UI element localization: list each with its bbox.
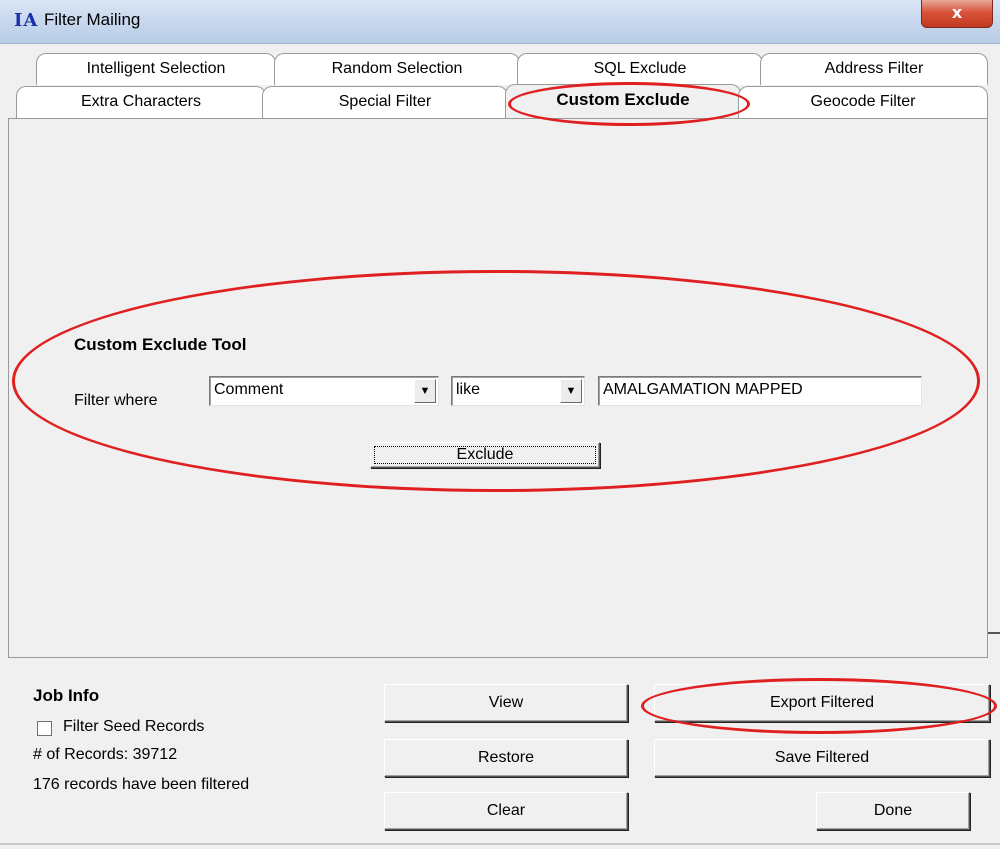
operator-dropdown-value: like [456,381,481,398]
view-button-label: View [488,694,524,711]
chevron-down-icon[interactable]: ▼ [560,379,582,403]
job-info-title: Job Info [33,686,100,705]
close-button[interactable]: x [921,0,993,28]
save-filtered-button-label: Save Filtered [774,749,870,766]
view-button[interactable]: View [384,684,628,722]
custom-exclude-tool-title: Custom Exclude Tool [74,335,247,354]
filter-where-label: Filter where [74,392,158,409]
window-bottom-edge [0,843,1000,845]
restore-button[interactable]: Restore [384,739,628,777]
filter-seed-records-checkbox[interactable] [37,721,52,736]
close-icon: x [951,3,963,22]
tab-special-filter[interactable]: Special Filter [262,86,508,118]
tab-address-filter[interactable]: Address Filter [760,53,988,85]
tab-random-selection[interactable]: Random Selection [274,53,520,85]
clear-button-label: Clear [486,802,526,819]
tab-geocode-filter[interactable]: Geocode Filter [738,86,988,118]
done-button-label: Done [873,802,913,819]
exclude-button[interactable]: Exclude [370,442,600,468]
save-filtered-button[interactable]: Save Filtered [654,739,990,777]
export-filtered-button[interactable]: Export Filtered [654,684,990,722]
window-title: Filter Mailing [44,10,141,29]
tab-extra-characters[interactable]: Extra Characters [16,86,266,118]
tab-custom-exclude[interactable]: Custom Exclude [505,84,741,118]
filter-seed-records-label: Filter Seed Records [63,718,205,735]
restore-button-label: Restore [477,749,535,766]
field-dropdown[interactable]: Comment ▼ [209,376,439,406]
exclude-button-label: Exclude [374,446,596,464]
app-icon: IA [14,10,39,31]
panel-edge-mark [988,632,1000,634]
clear-button[interactable]: Clear [384,792,628,830]
tab-intelligent-selection[interactable]: Intelligent Selection [36,53,276,85]
title-bar: IA Filter Mailing x [0,0,1000,44]
export-filtered-button-label: Export Filtered [769,694,875,711]
criteria-input[interactable]: AMALGAMATION MAPPED [598,376,922,406]
field-dropdown-value: Comment [214,381,284,398]
chevron-down-icon[interactable]: ▼ [414,379,436,403]
records-count: # of Records: 39712 [33,746,178,763]
records-filtered-status: 176 records have been filtered [33,776,250,793]
done-button[interactable]: Done [816,792,970,830]
operator-dropdown[interactable]: like ▼ [451,376,585,406]
tab-sql-exclude[interactable]: SQL Exclude [517,53,763,85]
